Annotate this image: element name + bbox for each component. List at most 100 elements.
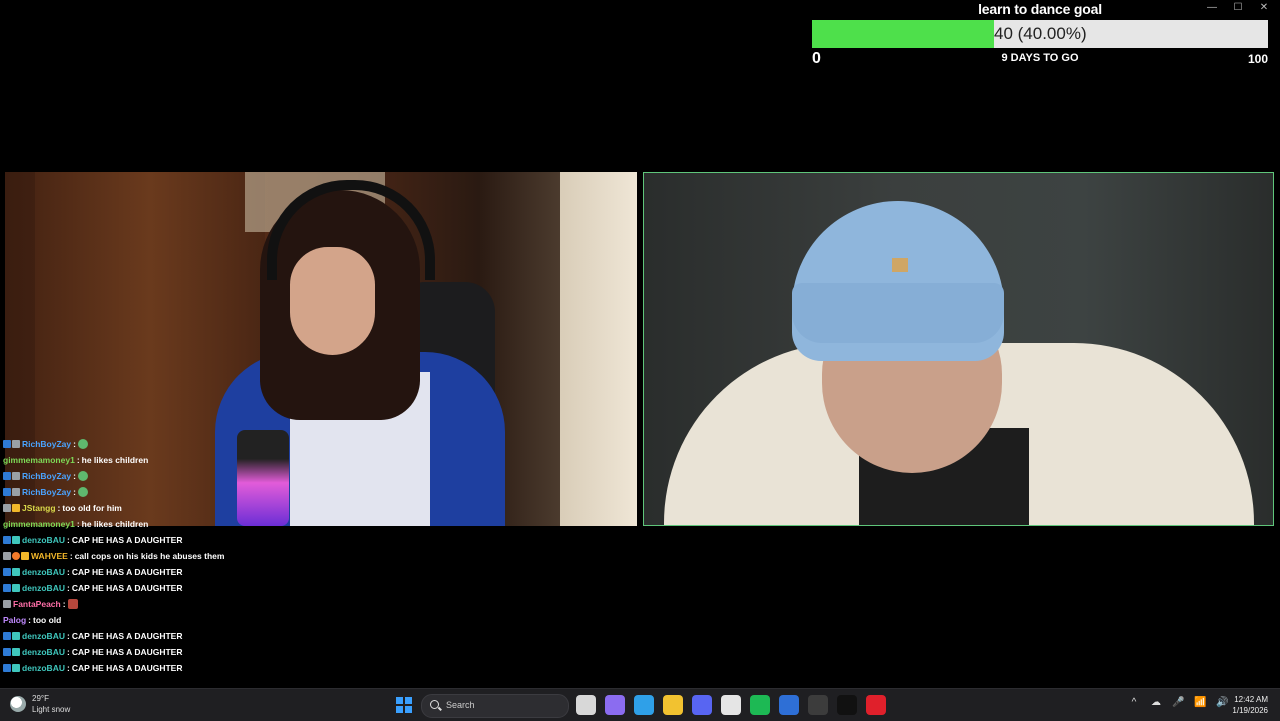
chat-text: CAP HE HAS A DAUGHTER (71, 631, 183, 641)
system-tray: ^ ☁ 🎤 📶 🔊 (1128, 697, 1229, 709)
chat-username[interactable]: RichBoyZay (22, 436, 71, 452)
goal-progress-fill (812, 20, 995, 48)
tiktok-icon[interactable] (837, 695, 857, 715)
chat-badges (3, 488, 20, 496)
snow-icon (10, 696, 26, 712)
chat-badges (3, 664, 20, 672)
obs-icon[interactable] (808, 695, 828, 715)
chat-username[interactable]: RichBoyZay (22, 468, 71, 484)
file-icon[interactable] (576, 695, 596, 715)
badge-icon (12, 552, 20, 560)
chat-separator: : (66, 647, 70, 657)
chat-message: RichBoyZay: (0, 484, 400, 500)
spotify-icon[interactable] (750, 695, 770, 715)
taskbar-apps (576, 695, 886, 715)
chat-message: JStangg: too old for him (0, 500, 400, 516)
chat-username[interactable]: RichBoyZay (22, 484, 71, 500)
search-box[interactable]: Search (421, 694, 569, 718)
chat-username[interactable]: denzoBAU (22, 564, 65, 580)
chat-separator: : (73, 471, 76, 481)
badge-icon (12, 440, 20, 448)
clock-date: 1/19/2026 (1232, 706, 1268, 715)
chat-separator: : (66, 567, 70, 577)
chat-badges (3, 600, 11, 608)
emote-icon (77, 439, 88, 449)
badge-icon (3, 472, 11, 480)
chat-username[interactable]: JStangg (22, 500, 56, 516)
chat-username[interactable]: denzoBAU (22, 532, 65, 548)
badge-icon (12, 664, 20, 672)
chat-message: RichBoyZay: (0, 468, 400, 484)
folder-icon[interactable] (663, 695, 683, 715)
badge-icon (12, 584, 20, 592)
opera-icon[interactable] (866, 695, 886, 715)
chat-message: gimmemamoney1: he likes children (0, 452, 400, 468)
emote-icon (67, 599, 78, 609)
volume-icon[interactable]: 🔊 (1216, 697, 1228, 709)
chat-username[interactable]: WAHVEE (31, 548, 68, 564)
chat-text: he likes children (81, 455, 149, 465)
chat-username[interactable]: Palog (3, 612, 26, 628)
badge-icon (3, 536, 11, 544)
chat-badges (3, 536, 20, 544)
search-icon (430, 700, 439, 709)
emote-icon (77, 487, 88, 497)
badge-icon (12, 472, 20, 480)
chat-username[interactable]: gimmemamoney1 (3, 516, 75, 532)
chat-message: denzoBAU: CAP HE HAS A DAUGHTER (0, 532, 400, 548)
chat-badges (3, 648, 20, 656)
chat-username[interactable]: gimmemamoney1 (3, 452, 75, 468)
goal-days-label: 9 DAYS TO GO (1001, 52, 1079, 64)
goal-widget: learn to dance goal 40 (40.00%) 0 9 DAYS… (812, 0, 1268, 70)
copilot-icon[interactable] (605, 695, 625, 715)
chat-separator: : (66, 583, 70, 593)
webcam-right (643, 172, 1274, 526)
goal-title: learn to dance goal (978, 1, 1102, 17)
windows-logo-icon (396, 697, 403, 704)
chat-text: CAP HE HAS A DAUGHTER (71, 567, 183, 577)
edge-icon[interactable] (634, 695, 654, 715)
discord-icon[interactable] (692, 695, 712, 715)
chat-text: CAP HE HAS A DAUGHTER (71, 535, 183, 545)
chat-separator: : (69, 551, 73, 561)
chat-username[interactable]: denzoBAU (22, 580, 65, 596)
clock[interactable]: 12:42 AM 1/19/2026 (1232, 694, 1268, 716)
show-hidden-icons[interactable]: ^ (1128, 697, 1140, 709)
weather-widget[interactable]: 29°F Light snow (10, 693, 70, 715)
chat-separator: : (73, 439, 76, 449)
chat-badges (3, 632, 20, 640)
microphone-icon[interactable]: 🎤 (1172, 697, 1184, 709)
chat-username[interactable]: denzoBAU (22, 644, 65, 660)
chat-badges (3, 584, 20, 592)
badge-icon (3, 568, 11, 576)
badge-icon (3, 440, 11, 448)
chat-message: FantaPeach: (0, 596, 400, 612)
emote-icon (77, 471, 88, 481)
chat-text: too old (33, 615, 62, 625)
chat-username[interactable]: FantaPeach (13, 596, 61, 612)
chat-text: he likes children (81, 519, 149, 529)
chat-badges (3, 568, 20, 576)
chat-separator: : (76, 455, 80, 465)
start-button[interactable] (396, 697, 412, 713)
chat-separator: : (66, 535, 70, 545)
cloud-icon[interactable]: ☁ (1150, 697, 1162, 709)
chat-separator: : (76, 519, 80, 529)
badge-icon (3, 584, 11, 592)
mail-icon[interactable] (779, 695, 799, 715)
chat-separator: : (62, 599, 66, 609)
clock-time: 12:42 AM (1234, 695, 1268, 704)
badge-icon (3, 600, 11, 608)
chat-text: too old for him (62, 503, 122, 513)
badge-icon (12, 632, 20, 640)
chat-separator: : (66, 631, 70, 641)
badge-icon (12, 568, 20, 576)
store-icon[interactable] (721, 695, 741, 715)
wifi-icon[interactable]: 📶 (1194, 697, 1206, 709)
chat-text: call cops on his kids he abuses them (74, 551, 225, 561)
chat-message: denzoBAU: CAP HE HAS A DAUGHTER (0, 564, 400, 580)
badge-icon (3, 488, 11, 496)
background-wall (560, 172, 637, 526)
chat-username[interactable]: denzoBAU (22, 660, 65, 676)
chat-username[interactable]: denzoBAU (22, 628, 65, 644)
